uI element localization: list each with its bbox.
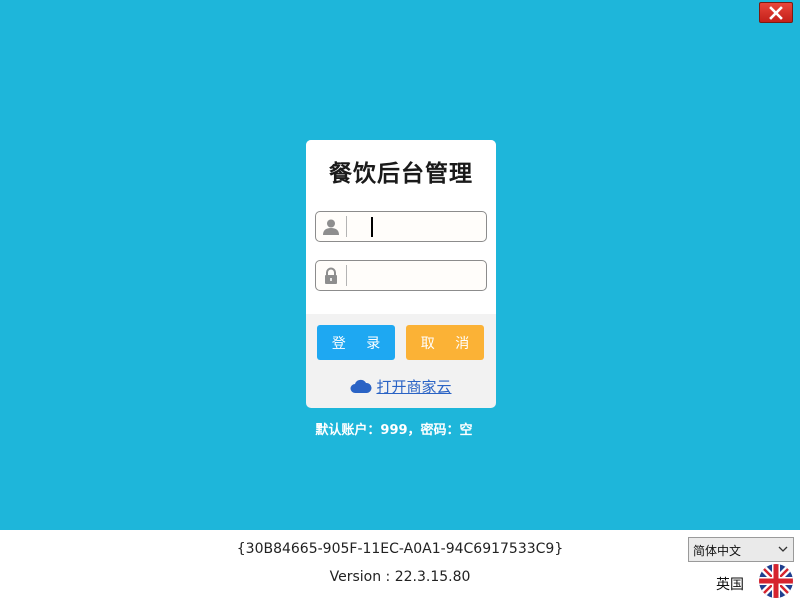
- language-select-value: 简体中文: [693, 544, 742, 558]
- language-select[interactable]: 简体中文: [688, 537, 794, 562]
- flag-country-label: 英国: [716, 577, 744, 593]
- user-icon: [323, 219, 339, 235]
- username-field[interactable]: [315, 211, 487, 242]
- password-input[interactable]: [352, 263, 482, 288]
- chevron-down-icon: [778, 546, 788, 552]
- password-field[interactable]: [315, 260, 487, 291]
- default-account-hint: 默认账户：999，密码：空: [315, 423, 473, 438]
- close-x-icon: [769, 5, 783, 20]
- uk-flag-icon: [759, 564, 793, 598]
- version-label: Version : 22.3.15.80: [329, 569, 471, 585]
- login-title: 餐饮后台管理: [329, 161, 473, 187]
- username-separator: [346, 216, 347, 237]
- login-card: 餐饮后台管理 登 录 取 消 打开商家云: [306, 140, 496, 408]
- cancel-button[interactable]: 取 消: [406, 325, 484, 360]
- close-button[interactable]: [759, 2, 793, 23]
- machine-guid: {30B84665-905F-11EC-A0A1-94C6917533C9}: [236, 541, 564, 557]
- cloud-icon: [350, 379, 373, 393]
- text-cursor: [371, 217, 373, 237]
- password-separator: [346, 265, 347, 286]
- open-merchant-cloud-label[interactable]: 打开商家云: [376, 376, 451, 397]
- uk-flag-button[interactable]: [759, 564, 793, 598]
- lock-icon: [325, 267, 337, 284]
- login-button[interactable]: 登 录: [317, 325, 395, 360]
- open-merchant-cloud-link[interactable]: 打开商家云: [306, 376, 496, 397]
